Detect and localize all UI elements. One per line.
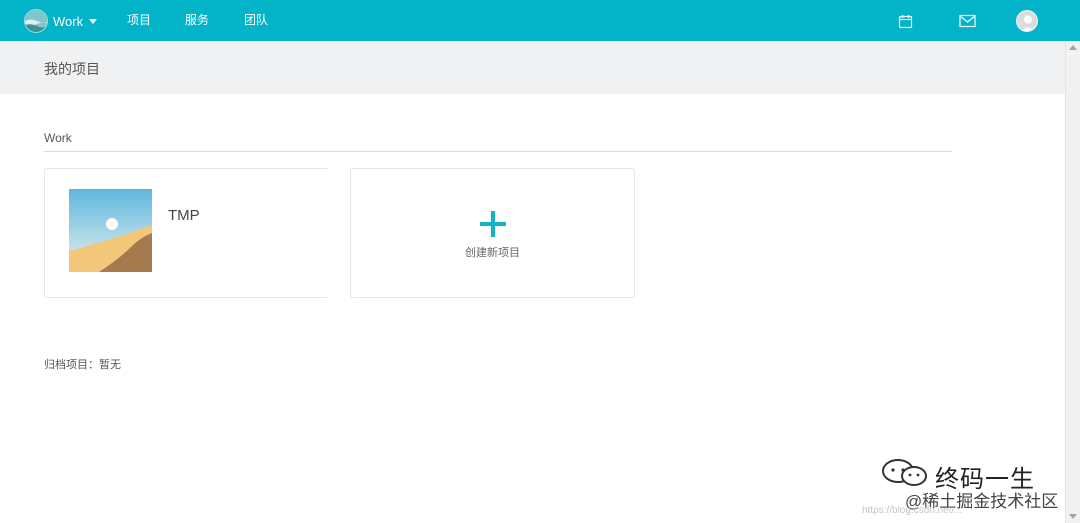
- page-title: 我的项目: [44, 61, 100, 77]
- workspace-name: Work: [53, 13, 84, 29]
- chevron-down-icon: [89, 19, 98, 24]
- nav-item-projects[interactable]: 项目: [127, 13, 151, 27]
- mail-icon[interactable]: [957, 11, 977, 31]
- archived-projects-label: 归档项目：: [44, 359, 99, 371]
- project-name: TMP: [168, 207, 200, 224]
- archived-projects: 归档项目：暂无: [44, 356, 121, 372]
- nav-item-services[interactable]: 服务: [185, 13, 209, 27]
- calendar-icon[interactable]: [895, 11, 915, 31]
- section-title: Work: [44, 131, 72, 145]
- scroll-up-arrow-icon[interactable]: [1069, 45, 1077, 50]
- top-nav-bar: Work 项目 服务 团队: [0, 0, 1080, 41]
- create-project-card[interactable]: 创建新项目: [350, 168, 635, 298]
- plus-icon: [480, 211, 506, 237]
- project-card-tmp[interactable]: TMP: [44, 168, 329, 298]
- user-avatar[interactable]: [1016, 10, 1038, 32]
- wechat-chat-icon: [880, 458, 930, 488]
- vertical-scrollbar[interactable]: [1065, 41, 1080, 523]
- workspace-logo: [24, 9, 48, 33]
- workspace-switcher[interactable]: Work: [24, 9, 98, 33]
- project-cover-image: [69, 189, 152, 272]
- create-project-label: 创建新项目: [465, 247, 520, 259]
- nav-item-team[interactable]: 团队: [244, 13, 268, 27]
- scroll-down-arrow-icon[interactable]: [1069, 514, 1077, 519]
- watermark-url: https://blog.csdn.net/...: [862, 505, 963, 516]
- section-divider: [44, 151, 952, 152]
- archived-projects-value: 暂无: [99, 359, 121, 371]
- page-header: 我的项目: [0, 41, 1065, 94]
